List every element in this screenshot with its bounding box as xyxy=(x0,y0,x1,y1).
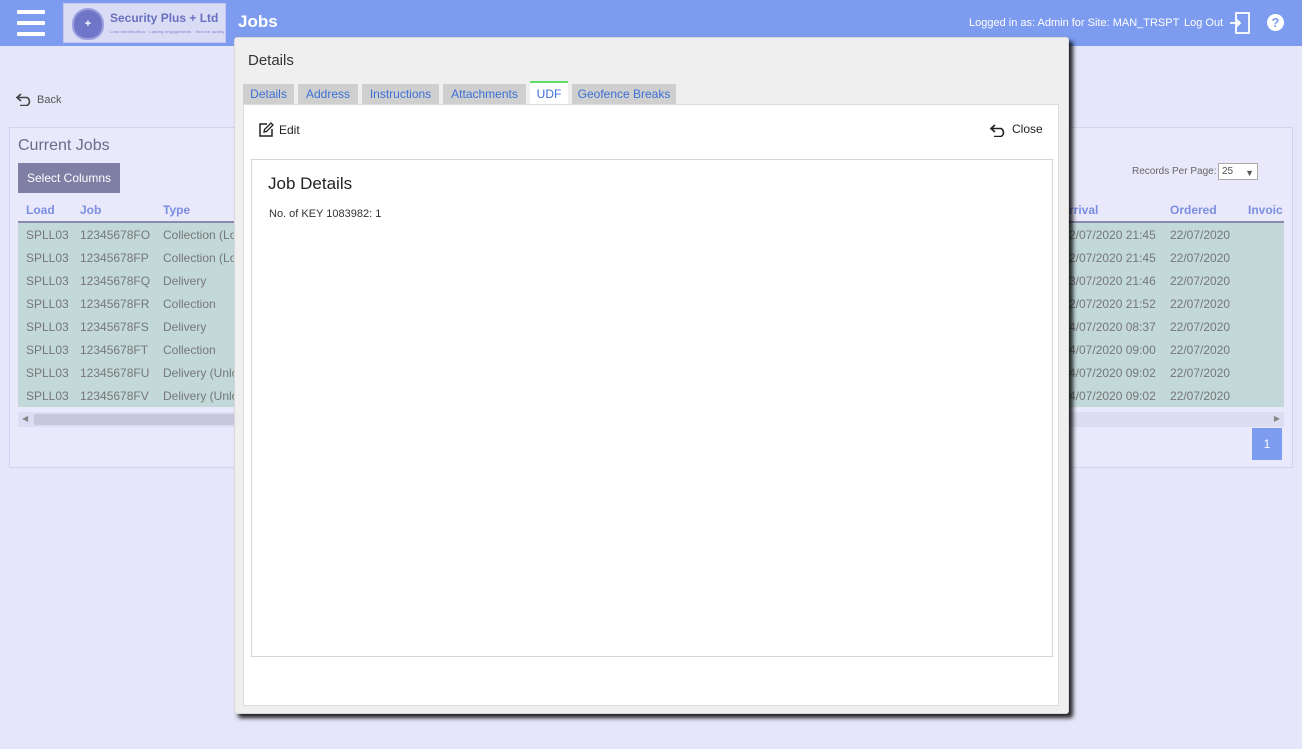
cell-load: SPLL03 xyxy=(26,366,69,380)
company-tagline: Loss minimisation · Lasting engagements … xyxy=(110,29,225,34)
modal-body: Edit Close Job Details No. of KEY 108398… xyxy=(243,104,1059,706)
menu-icon[interactable] xyxy=(17,10,45,36)
cell-arrival: 2/07/2020 21:52 xyxy=(1069,297,1156,311)
cell-load: SPLL03 xyxy=(26,343,69,357)
cell-load: SPLL03 xyxy=(26,320,69,334)
cell-arrival: 3/07/2020 21:46 xyxy=(1069,274,1156,288)
close-button[interactable]: Close xyxy=(989,122,1043,138)
job-details-section: Job Details No. of KEY 1083982: 1 xyxy=(251,159,1053,657)
scroll-right-icon[interactable]: ▶ xyxy=(1274,414,1280,423)
company-logo: + Security Plus + Ltd Loss minimisation … xyxy=(63,3,226,43)
cell-ordered: 22/07/2020 xyxy=(1170,274,1231,288)
column-header-ordered[interactable]: Ordered xyxy=(1170,203,1217,221)
back-link[interactable]: Back xyxy=(15,92,62,107)
logout-link[interactable]: Log Out xyxy=(1184,17,1223,29)
tab-instructions[interactable]: Instructions xyxy=(362,84,439,105)
cell-load: SPLL03 xyxy=(26,389,69,403)
cell-ordered: 22/07/2020 xyxy=(1170,320,1231,334)
cell-job: 12345678FS xyxy=(80,320,149,334)
cell-ordered: 22/07/2020 xyxy=(1170,366,1231,380)
scroll-left-icon[interactable]: ◀ xyxy=(22,414,28,423)
edit-icon xyxy=(259,122,274,137)
cell-job: 12345678FU xyxy=(80,366,150,380)
cell-load: SPLL03 xyxy=(26,251,69,265)
column-header-job[interactable]: Job xyxy=(80,203,101,221)
details-modal: Details Details Address Instructions Att… xyxy=(234,37,1069,714)
cell-arrival: 4/07/2020 08:37 xyxy=(1069,320,1156,334)
edit-button[interactable]: Edit xyxy=(258,122,300,138)
undo-arrow-icon xyxy=(989,124,1005,138)
cell-arrival: 2/07/2020 21:45 xyxy=(1069,228,1156,242)
tab-udf[interactable]: UDF xyxy=(530,81,568,105)
cell-type: Collection (Lo xyxy=(163,251,237,265)
help-icon[interactable]: ? xyxy=(1267,14,1284,31)
close-label: Close xyxy=(1012,122,1043,136)
cell-job: 12345678FR xyxy=(80,297,150,311)
cell-type: Delivery (Unlo xyxy=(163,366,239,380)
cell-ordered: 22/07/2020 xyxy=(1170,389,1231,403)
tab-geofence-breaks[interactable]: Geofence Breaks xyxy=(572,84,676,105)
cell-type: Collection xyxy=(163,297,216,311)
cell-ordered: 22/07/2020 xyxy=(1170,343,1231,357)
cell-type: Collection (Lo xyxy=(163,228,237,242)
column-header-type[interactable]: Type xyxy=(163,203,190,221)
cell-load: SPLL03 xyxy=(26,297,69,311)
tab-attachments[interactable]: Attachments xyxy=(443,84,526,105)
column-header-invoice[interactable]: Invoic xyxy=(1248,203,1284,221)
cell-ordered: 22/07/2020 xyxy=(1170,251,1231,265)
cell-job: 12345678FP xyxy=(80,251,149,265)
pagination-page-button[interactable]: 1 xyxy=(1252,428,1282,460)
logged-in-status: Logged in as: Admin for Site: MAN_TRSPT xyxy=(969,17,1180,29)
records-per-page-select[interactable]: 25 ▼ xyxy=(1218,163,1258,180)
cell-job: 12345678FO xyxy=(80,228,151,242)
cell-type: Delivery xyxy=(163,320,207,334)
tab-details[interactable]: Details xyxy=(243,84,294,105)
select-columns-button[interactable]: Select Columns xyxy=(18,163,120,193)
cell-job: 12345678FT xyxy=(80,343,149,357)
column-header-load[interactable]: Load xyxy=(26,203,55,221)
cell-arrival: 2/07/2020 21:45 xyxy=(1069,251,1156,265)
chevron-down-icon: ▼ xyxy=(1245,168,1254,178)
cell-type: Collection xyxy=(163,343,216,357)
modal-title: Details xyxy=(248,52,294,69)
current-jobs-title: Current Jobs xyxy=(18,137,110,154)
section-title: Job Details xyxy=(268,174,353,193)
cell-type: Delivery xyxy=(163,274,207,288)
cell-arrival: 4/07/2020 09:02 xyxy=(1069,366,1156,380)
cell-ordered: 22/07/2020 xyxy=(1170,228,1231,242)
edit-label: Edit xyxy=(279,123,300,137)
tab-address[interactable]: Address xyxy=(298,84,358,105)
logout-icon[interactable] xyxy=(1228,11,1252,35)
column-header-arrival[interactable]: rrival xyxy=(1069,203,1098,221)
cell-ordered: 22/07/2020 xyxy=(1170,297,1231,311)
cell-load: SPLL03 xyxy=(26,228,69,242)
scrollbar-thumb[interactable] xyxy=(34,414,254,425)
records-per-page-value: 25 xyxy=(1222,166,1234,177)
udf-field: No. of KEY 1083982: 1 xyxy=(269,208,382,220)
cell-load: SPLL03 xyxy=(26,274,69,288)
cell-job: 12345678FV xyxy=(80,389,149,403)
cell-arrival: 4/07/2020 09:00 xyxy=(1069,343,1156,357)
cell-job: 12345678FQ xyxy=(80,274,151,288)
shield-icon: + xyxy=(72,8,104,40)
back-arrow-icon xyxy=(15,93,31,107)
cell-type: Delivery (Unlo xyxy=(163,389,239,403)
back-label: Back xyxy=(37,94,62,106)
company-name: Security Plus + Ltd xyxy=(110,11,219,25)
cell-arrival: 4/07/2020 09:02 xyxy=(1069,389,1156,403)
records-per-page-label: Records Per Page: xyxy=(1132,166,1217,177)
page-title: Jobs xyxy=(238,12,278,31)
